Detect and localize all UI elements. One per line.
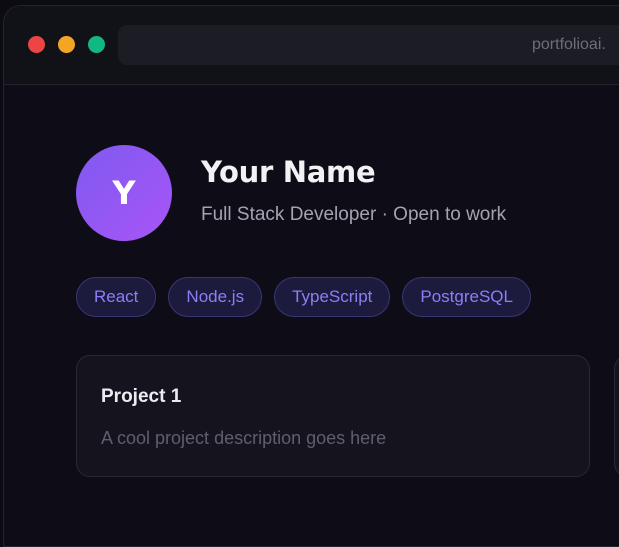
maximize-window-button[interactable]: [88, 36, 105, 53]
avatar-initial: Y: [112, 174, 136, 212]
skill-tag-typescript[interactable]: TypeScript: [274, 277, 391, 317]
skill-tags: React Node.js TypeScript PostgreSQL: [76, 277, 531, 317]
close-window-button[interactable]: [28, 36, 45, 53]
skill-tag-postgresql[interactable]: PostgreSQL: [402, 277, 531, 317]
project-card-partial[interactable]: [614, 355, 619, 477]
project-description: A cool project description goes here: [101, 428, 387, 448]
project-card[interactable]: Project 1 A cool project description goe…: [76, 355, 590, 477]
browser-window: portfolioai. Y Your Name Full Stack Deve…: [3, 5, 619, 547]
profile-name: Your Name: [201, 155, 376, 189]
skill-tag-react[interactable]: React: [76, 277, 157, 317]
profile-tagline: Full Stack Developer · Open to work: [201, 204, 507, 225]
project-title: Project 1: [101, 386, 182, 407]
address-bar[interactable]: portfolioai.: [118, 25, 619, 65]
minimize-window-button[interactable]: [58, 36, 75, 53]
portfolio-page: Y Your Name Full Stack Developer · Open …: [4, 85, 619, 546]
address-bar-url: portfolioai.: [532, 36, 606, 53]
skill-tag-nodejs[interactable]: Node.js: [168, 277, 263, 317]
browser-titlebar: portfolioai.: [4, 6, 619, 85]
avatar: Y: [76, 145, 172, 241]
